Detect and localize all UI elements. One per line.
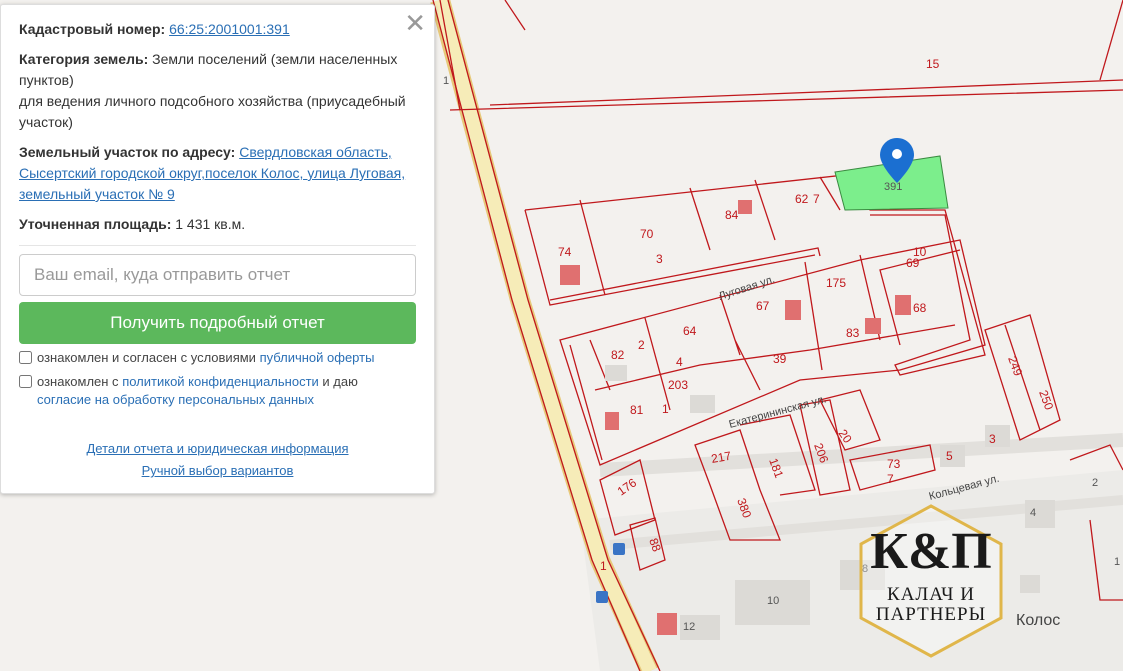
plot-label: 4 (676, 355, 683, 369)
area-label: Уточненная площадь: (19, 216, 172, 232)
plot-label: 15 (926, 57, 940, 71)
plot-label: 39 (773, 352, 787, 366)
plot-label: 391 (884, 181, 902, 193)
privacy-policy-link[interactable]: политикой конфиденциальности (122, 374, 319, 389)
area-value: 1 431 кв.м. (175, 216, 246, 232)
plot-label: 81 (630, 403, 644, 417)
plot-info-panel: ✕ Кадастровый номер: 66:25:2001001:391 К… (0, 4, 435, 494)
plot-label: 73 (887, 457, 901, 471)
consent2-continuation: согласие на обработку персональных данны… (19, 390, 416, 410)
house-number: 4 (1030, 507, 1036, 519)
plot-label: 1 (600, 559, 607, 573)
logo-line1: КАЛАЧ И (887, 584, 975, 605)
house-number: 10 (767, 595, 779, 607)
consent-offer-row: ознакомлен и согласен с условиями публич… (19, 348, 416, 368)
cadastral-label: Кадастровый номер: (19, 21, 166, 37)
usage-value: для ведения личного подсобного хозяйства… (19, 93, 406, 130)
house-number: 2 (1092, 477, 1098, 489)
privacy-checkbox[interactable] (19, 375, 32, 388)
company-logo: К&П КАЛАЧ И ПАРТНЕРЫ (855, 502, 1007, 660)
plot-label: 1 (662, 402, 669, 416)
plot-label: 70 (640, 227, 654, 241)
logo-line2: ПАРТНЕРЫ (875, 604, 987, 625)
plot-label: 62 (795, 192, 809, 206)
plot-label: 84 (725, 208, 739, 222)
cadastral-number-link[interactable]: 66:25:2001001:391 (169, 21, 290, 37)
area-row: Уточненная площадь: 1 431 кв.м. (19, 214, 416, 235)
consent-privacy-row: ознакомлен с политикой конфиденциальност… (19, 372, 416, 392)
plot-label: 83 (846, 326, 860, 340)
address-label: Земельный участок по адресу: (19, 144, 236, 160)
personal-data-link[interactable]: согласие на обработку персональных данны… (37, 392, 314, 407)
plot-label: 10 (913, 245, 927, 259)
plot-label: 3 (989, 432, 996, 446)
category-row: Категория земель: Земли поселений (земли… (19, 49, 416, 133)
plot-label: 7 (813, 192, 820, 206)
divider (19, 245, 416, 246)
consent2-text-a: ознакомлен с (37, 374, 119, 389)
plot-label: 203 (668, 378, 688, 392)
house-number: 12 (683, 621, 695, 633)
email-input[interactable] (19, 254, 416, 296)
consent2-text-b: и даю (322, 374, 358, 389)
cadastral-row: Кадастровый номер: 66:25:2001001:391 (19, 19, 416, 40)
plot-label: 175 (826, 276, 846, 290)
close-icon[interactable]: ✕ (404, 9, 426, 37)
house-number: 1 (443, 75, 449, 87)
plot-label: 64 (683, 324, 697, 338)
plot-label: 5 (946, 449, 953, 463)
plot-label: 68 (913, 301, 927, 315)
get-report-button[interactable]: Получить подробный отчет (19, 302, 416, 344)
logo-monogram: К&П (870, 523, 992, 580)
plot-label: 82 (611, 348, 625, 362)
footer-links: Детали отчета и юридическая информация Р… (19, 438, 416, 482)
plot-label: 2 (638, 338, 645, 352)
category-label: Категория земель: (19, 51, 149, 67)
consent1-text: ознакомлен и согласен с условиями (37, 350, 256, 365)
public-offer-link[interactable]: публичной оферты (260, 350, 375, 365)
place-name: Колос (1016, 612, 1061, 629)
report-details-link[interactable]: Детали отчета и юридическая информация (86, 441, 348, 456)
house-number: 1 (1114, 556, 1120, 568)
address-row: Земельный участок по адресу: Свердловска… (19, 142, 416, 205)
plot-label: 3 (656, 252, 663, 266)
plot-label: 67 (756, 299, 770, 313)
manual-selection-link[interactable]: Ручной выбор вариантов (142, 463, 294, 478)
offer-checkbox[interactable] (19, 351, 32, 364)
plot-label: 74 (558, 245, 572, 259)
plot-label: 7 (887, 472, 894, 486)
